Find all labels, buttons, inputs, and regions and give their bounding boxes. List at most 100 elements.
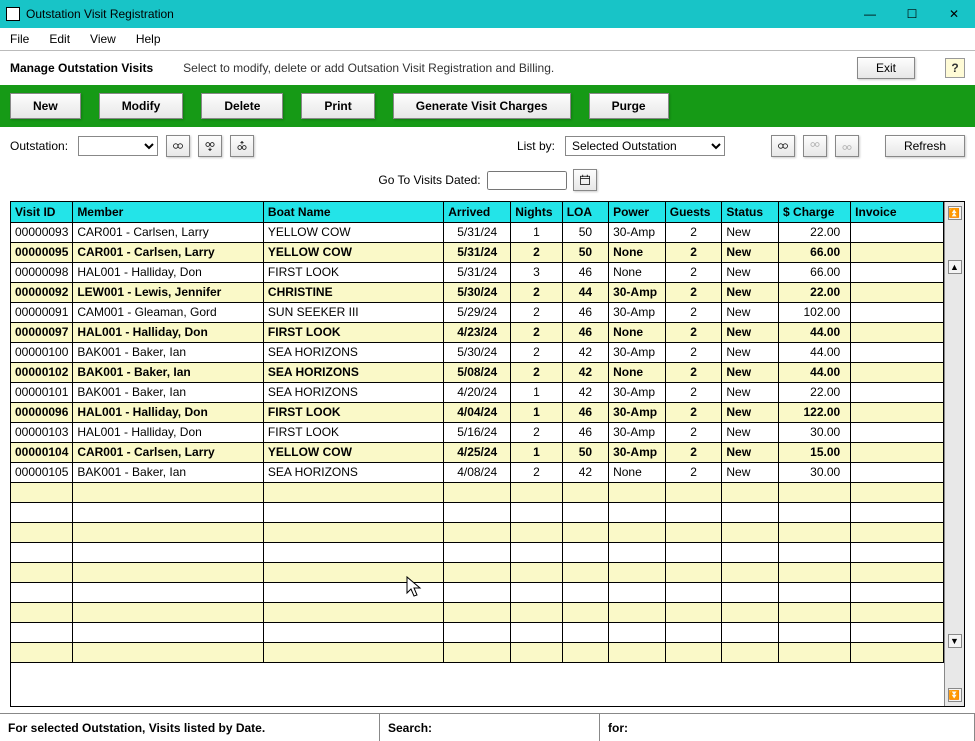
minimize-button[interactable]: —: [849, 0, 891, 28]
visits-table: Visit ID Member Boat Name Arrived Nights…: [11, 202, 944, 663]
cell-arrived: 5/16/24: [444, 422, 511, 442]
cell-boat: SEA HORIZONS: [263, 342, 443, 362]
cell-guests: 2: [665, 242, 722, 262]
cell-guests: 2: [665, 282, 722, 302]
generate-charges-button[interactable]: Generate Visit Charges: [393, 93, 571, 119]
cell-power: None: [609, 262, 666, 282]
table-row[interactable]: 00000096HAL001 - Halliday, DonFIRST LOOK…: [11, 402, 944, 422]
scroll-bottom-icon[interactable]: ⏬: [948, 688, 962, 702]
exit-button[interactable]: Exit: [857, 57, 915, 79]
goto-date-input[interactable]: [487, 171, 567, 190]
status-for: for:: [600, 714, 975, 741]
table-row[interactable]: 00000104CAR001 - Carlsen, LarryYELLOW CO…: [11, 442, 944, 462]
listby-select[interactable]: Selected Outstation: [565, 136, 725, 156]
cell-charge: 22.00: [779, 222, 851, 242]
cell-boat: FIRST LOOK: [263, 422, 443, 442]
cell-loa: 46: [562, 402, 608, 422]
table-row[interactable]: 00000103HAL001 - Halliday, DonFIRST LOOK…: [11, 422, 944, 442]
empty-row: [11, 602, 944, 622]
cell-invoice: [851, 442, 944, 462]
window-title: Outstation Visit Registration: [26, 7, 174, 21]
col-loa[interactable]: LOA: [562, 202, 608, 222]
find-icon-2[interactable]: [771, 135, 795, 157]
col-charge[interactable]: $ Charge: [779, 202, 851, 222]
cell-visit-id: 00000093: [11, 222, 73, 242]
find-icon[interactable]: [166, 135, 190, 157]
cell-member: HAL001 - Halliday, Don: [73, 422, 264, 442]
menu-view[interactable]: View: [86, 30, 120, 48]
cell-nights: 3: [511, 262, 563, 282]
cell-visit-id: 00000096: [11, 402, 73, 422]
scroll-top-icon[interactable]: ⏫: [948, 206, 962, 220]
cell-guests: 2: [665, 402, 722, 422]
cell-power: 30-Amp: [609, 222, 666, 242]
filter-row: Outstation: List by: Selected Outstation: [0, 127, 975, 165]
cell-boat: FIRST LOOK: [263, 402, 443, 422]
table-row[interactable]: 00000095CAR001 - Carlsen, LarryYELLOW CO…: [11, 242, 944, 262]
cell-loa: 50: [562, 442, 608, 462]
goto-row: Go To Visits Dated:: [0, 165, 975, 201]
col-arrived[interactable]: Arrived: [444, 202, 511, 222]
print-button[interactable]: Print: [301, 93, 374, 119]
cell-visit-id: 00000095: [11, 242, 73, 262]
table-row[interactable]: 00000097HAL001 - Halliday, DonFIRST LOOK…: [11, 322, 944, 342]
cell-status: New: [722, 262, 779, 282]
cell-visit-id: 00000092: [11, 282, 73, 302]
cell-member: LEW001 - Lewis, Jennifer: [73, 282, 264, 302]
scroll-up-icon[interactable]: ▲: [948, 260, 962, 274]
cell-power: 30-Amp: [609, 422, 666, 442]
table-row[interactable]: 00000100BAK001 - Baker, IanSEA HORIZONS5…: [11, 342, 944, 362]
table-row[interactable]: 00000091CAM001 - Gleaman, GordSUN SEEKER…: [11, 302, 944, 322]
menu-file[interactable]: File: [6, 30, 33, 48]
binoculars-icon: [777, 140, 789, 152]
cell-nights: 1: [511, 442, 563, 462]
calendar-button[interactable]: [573, 169, 597, 191]
col-nights[interactable]: Nights: [511, 202, 563, 222]
visits-grid[interactable]: Visit ID Member Boat Name Arrived Nights…: [11, 202, 944, 706]
col-boat[interactable]: Boat Name: [263, 202, 443, 222]
scroll-down-icon[interactable]: ▼: [948, 634, 962, 648]
cell-nights: 2: [511, 242, 563, 262]
cell-nights: 2: [511, 322, 563, 342]
menu-bar: File Edit View Help: [0, 28, 975, 51]
cell-power: 30-Amp: [609, 342, 666, 362]
cell-invoice: [851, 282, 944, 302]
cell-charge: 15.00: [779, 442, 851, 462]
close-button[interactable]: ✕: [933, 0, 975, 28]
col-invoice[interactable]: Invoice: [851, 202, 944, 222]
table-row[interactable]: 00000098HAL001 - Halliday, DonFIRST LOOK…: [11, 262, 944, 282]
cell-status: New: [722, 402, 779, 422]
col-power[interactable]: Power: [609, 202, 666, 222]
purge-button[interactable]: Purge: [589, 93, 669, 119]
outstation-select[interactable]: [78, 136, 158, 156]
col-guests[interactable]: Guests: [665, 202, 722, 222]
cell-invoice: [851, 342, 944, 362]
cell-nights: 2: [511, 422, 563, 442]
find-next-icon[interactable]: [198, 135, 222, 157]
menu-edit[interactable]: Edit: [45, 30, 74, 48]
help-icon[interactable]: ?: [945, 58, 965, 78]
cell-power: None: [609, 462, 666, 482]
modify-button[interactable]: Modify: [99, 93, 184, 119]
cell-guests: 2: [665, 382, 722, 402]
menu-help[interactable]: Help: [132, 30, 165, 48]
table-row[interactable]: 00000101BAK001 - Baker, IanSEA HORIZONS4…: [11, 382, 944, 402]
new-button[interactable]: New: [10, 93, 81, 119]
cell-charge: 122.00: [779, 402, 851, 422]
cell-arrived: 4/08/24: [444, 462, 511, 482]
col-status[interactable]: Status: [722, 202, 779, 222]
empty-row: [11, 622, 944, 642]
table-row[interactable]: 00000102BAK001 - Baker, IanSEA HORIZONS5…: [11, 362, 944, 382]
binoculars-down-icon: [809, 140, 821, 152]
table-row[interactable]: 00000105BAK001 - Baker, IanSEA HORIZONS4…: [11, 462, 944, 482]
table-row[interactable]: 00000093CAR001 - Carlsen, LarryYELLOW CO…: [11, 222, 944, 242]
col-member[interactable]: Member: [73, 202, 264, 222]
cell-nights: 1: [511, 222, 563, 242]
table-row[interactable]: 00000092LEW001 - Lewis, JenniferCHRISTIN…: [11, 282, 944, 302]
maximize-button[interactable]: ☐: [891, 0, 933, 28]
cell-nights: 1: [511, 382, 563, 402]
col-visit-id[interactable]: Visit ID: [11, 202, 73, 222]
delete-button[interactable]: Delete: [201, 93, 283, 119]
refresh-button[interactable]: Refresh: [885, 135, 965, 157]
find-prev-icon[interactable]: [230, 135, 254, 157]
